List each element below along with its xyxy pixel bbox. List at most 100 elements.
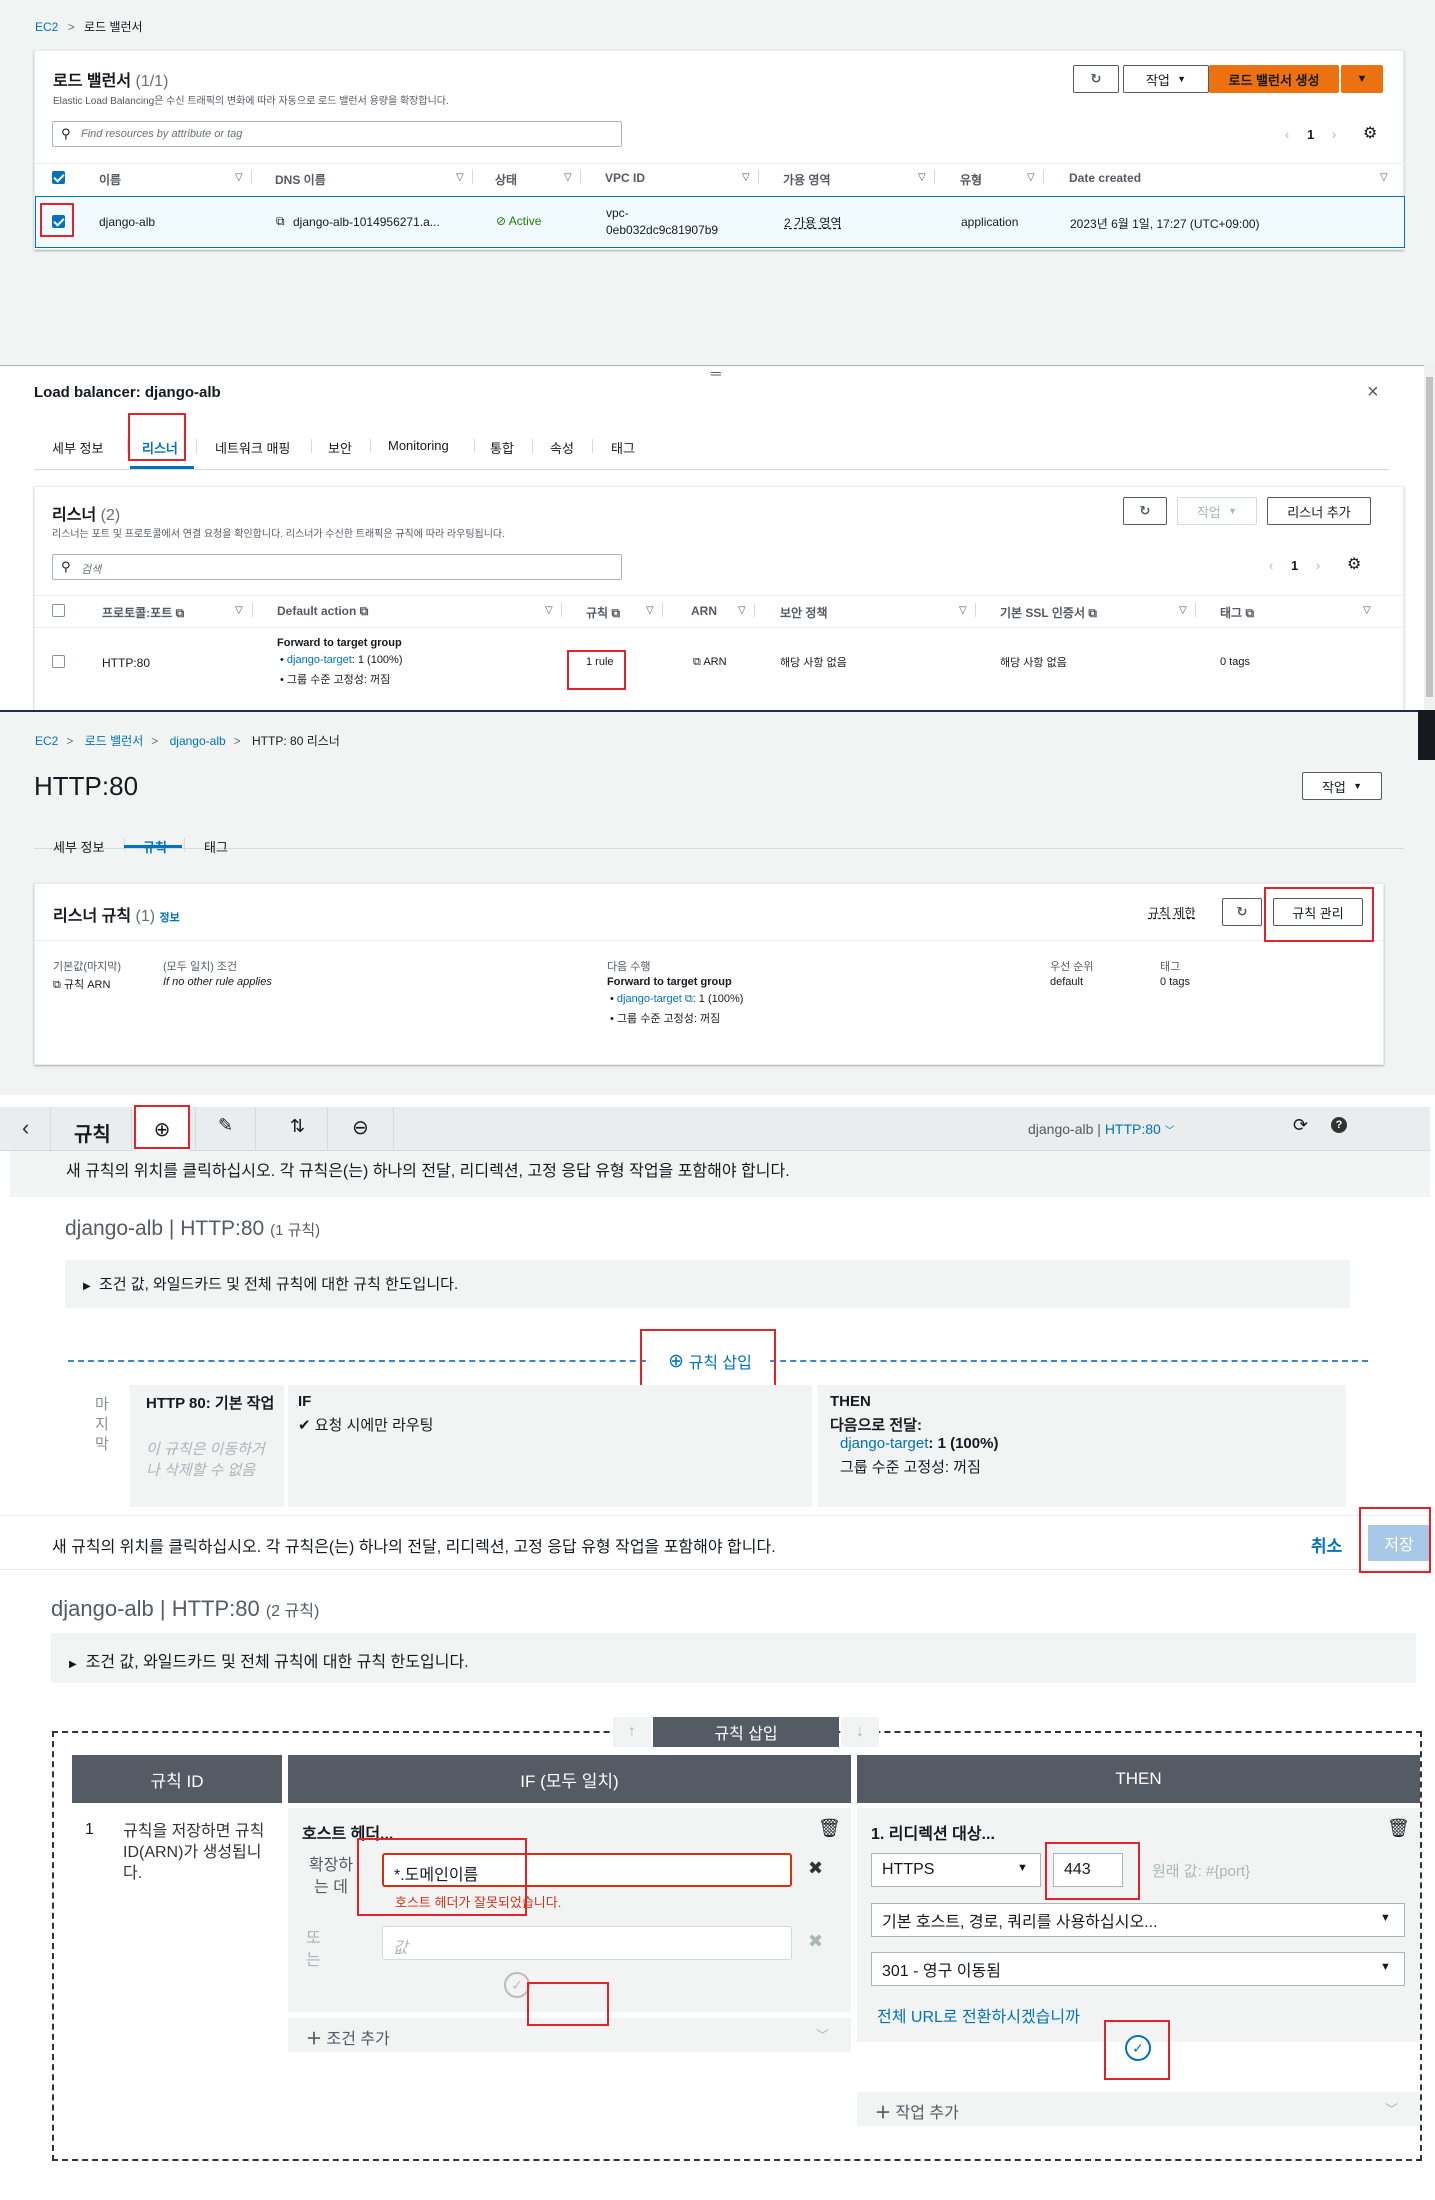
col-rules[interactable]: 규칙 ⧉ — [586, 604, 620, 621]
limits-expander[interactable]: ▶ 조건 값, 와일드카드 및 전체 규칙에 대한 규칙 한도입니다. — [65, 1260, 1350, 1308]
sort-icon[interactable]: ▽ — [742, 172, 750, 183]
reorder-icon[interactable]: ⇅ — [290, 1116, 305, 1137]
insert-rule-label[interactable]: 규칙 삽입 — [653, 1717, 839, 1747]
add-action-button[interactable]: ＋ 작업 추가 ﹀ — [857, 2092, 1420, 2126]
breadcrumb-lb[interactable]: django-alb — [170, 734, 226, 748]
tab-attributes[interactable]: 속성 — [550, 438, 574, 457]
delete-rule-icon[interactable]: ⊖ — [352, 1115, 369, 1140]
page-number[interactable]: 1 — [1291, 558, 1298, 573]
rules-link[interactable]: 1 rule — [586, 656, 614, 668]
sort-icon[interactable]: ▽ — [1380, 172, 1388, 183]
port-input[interactable]: 443 — [1053, 1853, 1123, 1887]
refresh-button[interactable]: ↻ — [1073, 65, 1119, 93]
lb-name-link[interactable]: django-alb — [99, 215, 155, 229]
sort-icon[interactable]: ▽ — [918, 172, 926, 183]
row-checkbox[interactable] — [52, 215, 65, 228]
next-page-icon[interactable]: › — [1332, 127, 1336, 142]
insert-rule-button[interactable]: ⊕ 규칙 삽입 — [650, 1347, 770, 1375]
search-input[interactable]: ⚲ 검색 — [52, 554, 622, 580]
settings-icon[interactable]: ⚙ — [1347, 554, 1361, 574]
confirm-condition-icon[interactable]: ✓ — [504, 1972, 530, 1998]
sort-icon[interactable]: ▽ — [545, 605, 553, 616]
sort-icon[interactable]: ▽ — [564, 172, 572, 183]
sort-icon[interactable]: ▽ — [235, 605, 243, 616]
full-url-link[interactable]: 전체 URL로 전환하시겠습니까 — [877, 2003, 1080, 2027]
page-number[interactable]: 1 — [1307, 127, 1314, 142]
trash-icon[interactable]: 🗑 — [1387, 1818, 1410, 1839]
edit-icon[interactable]: ✎ — [218, 1115, 233, 1136]
target-group-link[interactable]: django-target — [840, 1435, 928, 1452]
col-arn[interactable]: ARN — [691, 604, 717, 618]
target-group-link[interactable]: django-target — [287, 654, 352, 666]
create-dropdown-button[interactable]: ▼ — [1341, 65, 1383, 93]
select-all-checkbox[interactable] — [52, 604, 65, 617]
refresh-button[interactable]: ↻ — [1222, 898, 1262, 926]
search-input[interactable]: ⚲ Find resources by attribute or tag — [52, 121, 622, 147]
sort-icon[interactable]: ▽ — [235, 172, 243, 183]
limits-expander[interactable]: ▶ 조건 값, 와일드카드 및 전체 규칙에 대한 규칙 한도입니다. — [51, 1633, 1416, 1683]
col-default-action[interactable]: Default action ⧉ — [277, 604, 368, 619]
select-all-checkbox[interactable] — [52, 171, 65, 184]
sort-icon[interactable]: ▽ — [1179, 605, 1187, 616]
tab-integrations[interactable]: 통합 — [490, 438, 514, 457]
back-icon[interactable]: ‹ — [22, 1115, 29, 1141]
create-load-balancer-button[interactable]: 로드 밸런서 생성 — [1209, 65, 1339, 93]
col-az[interactable]: 가용 영역 — [783, 171, 831, 188]
tab-tags[interactable]: 태그 — [611, 438, 635, 457]
breadcrumb-ec2[interactable]: EC2 — [35, 20, 58, 34]
sort-icon[interactable]: ▽ — [1027, 172, 1035, 183]
scrollbar[interactable] — [1424, 365, 1435, 710]
host-value-input[interactable]: *.도메인이름 — [382, 1853, 792, 1887]
actions-dropdown[interactable]: 작업 ▼ — [1123, 65, 1209, 93]
col-date-created[interactable]: Date created — [1069, 171, 1141, 185]
tab-details[interactable]: 세부 정보 — [53, 837, 104, 856]
az-link[interactable]: 2 가용 영역 — [784, 214, 842, 231]
rule-arn[interactable]: ⧉ 규칙 ARN — [53, 976, 110, 992]
host-path-select[interactable]: 기본 호스트, 경로, 쿼리를 사용하십시오... ▼ — [871, 1903, 1405, 1937]
col-protocol-port[interactable]: 프로토콜:포트 ⧉ — [102, 604, 184, 621]
add-condition-button[interactable]: ＋ 조건 추가 ﹀ — [288, 2018, 851, 2052]
settings-icon[interactable]: ⚙ — [1363, 123, 1377, 143]
refresh-icon[interactable]: ⟳ — [1293, 1115, 1308, 1136]
rule-limits-link[interactable]: 규칙 제한 — [1148, 904, 1196, 921]
save-button[interactable]: 저장 — [1368, 1525, 1430, 1561]
drag-handle-icon[interactable]: ═ — [711, 365, 721, 381]
tags-link[interactable]: 0 tags — [1220, 656, 1250, 668]
tab-listeners[interactable]: 리스너 — [142, 438, 178, 457]
sort-icon[interactable]: ▽ — [456, 172, 464, 183]
sort-icon[interactable]: ▽ — [1363, 605, 1371, 616]
close-icon[interactable]: × — [1367, 381, 1379, 404]
target-group-link[interactable]: django-target — [617, 993, 682, 1005]
protocol-select[interactable]: HTTPS ▼ — [871, 1853, 1041, 1887]
tab-security[interactable]: 보안 — [328, 438, 352, 457]
col-type[interactable]: 유형 — [960, 171, 982, 188]
status-code-select[interactable]: 301 - 영구 이동됨 ▼ — [871, 1952, 1405, 1986]
sort-icon[interactable]: ▽ — [738, 605, 746, 616]
help-icon[interactable]: ? — [1331, 1117, 1347, 1133]
remove-value-icon[interactable]: ✖ — [808, 1931, 823, 1952]
breadcrumb-load-balancers[interactable]: 로드 밸런서 — [85, 734, 144, 748]
tab-details[interactable]: 세부 정보 — [52, 438, 103, 457]
confirm-action-icon[interactable]: ✓ — [1125, 2035, 1151, 2061]
tab-monitoring[interactable]: Monitoring — [388, 438, 449, 453]
col-state[interactable]: 상태 — [495, 171, 517, 188]
sort-icon[interactable]: ▽ — [959, 605, 967, 616]
arn-copy[interactable]: ⧉ ARN — [693, 656, 727, 669]
col-security-policy[interactable]: 보안 정책 — [780, 604, 828, 621]
next-page-icon[interactable]: › — [1316, 558, 1320, 573]
cancel-button[interactable]: 취소 — [1311, 1532, 1342, 1557]
col-tags[interactable]: 태그 ⧉ — [1220, 604, 1254, 621]
col-name[interactable]: 이름 — [99, 171, 121, 188]
move-up-icon[interactable]: ↑ — [613, 1717, 651, 1747]
listener-selector[interactable]: HTTP:80 — [1105, 1121, 1161, 1137]
sort-icon[interactable]: ▽ — [646, 605, 654, 616]
actions-dropdown[interactable]: 작업 ▼ — [1302, 772, 1382, 800]
trash-icon[interactable]: 🗑 — [818, 1818, 841, 1839]
breadcrumb-ec2[interactable]: EC2 — [35, 734, 58, 748]
col-dns[interactable]: DNS 이름 — [275, 171, 326, 188]
table-row[interactable]: HTTP:80 Forward to target group • django… — [35, 627, 1405, 702]
table-row[interactable]: django-alb ⧉ django-alb-1014956271.a... … — [35, 196, 1405, 248]
add-listener-button[interactable]: 리스너 추가 — [1267, 497, 1371, 525]
listener-protocol-link[interactable]: HTTP:80 — [102, 656, 150, 670]
add-rule-icon[interactable]: ⊕ — [134, 1107, 190, 1151]
